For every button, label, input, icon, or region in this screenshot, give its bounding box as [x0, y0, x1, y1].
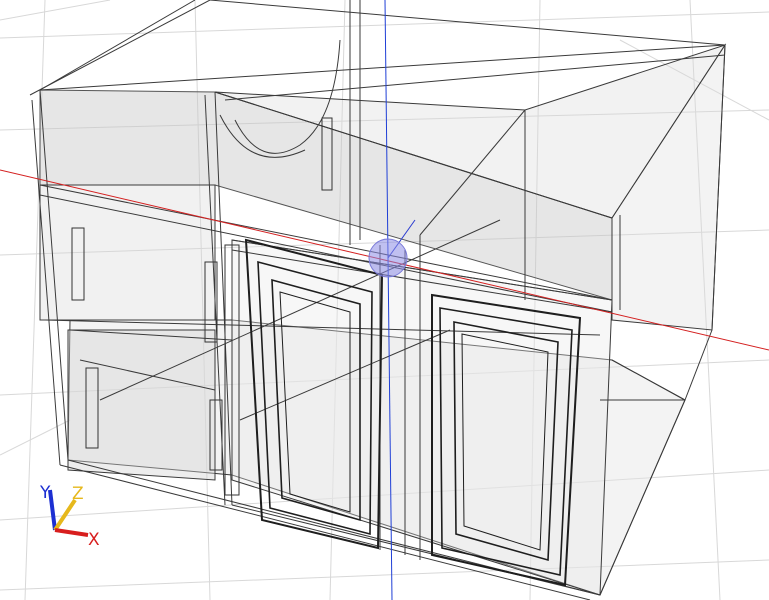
pivot-sphere[interactable] [368, 238, 408, 278]
triad-y-arrow [48, 489, 57, 531]
triad-y-label: Y [39, 483, 51, 503]
scene-canvas[interactable]: Y Z X [0, 0, 769, 600]
triad-z-label: Z [72, 484, 84, 504]
triad-x-arrow [54, 528, 89, 537]
cabinet-model[interactable] [29, 0, 727, 600]
3d-viewport[interactable]: Y Z X [0, 0, 769, 600]
triad-x-label: X [88, 530, 100, 550]
